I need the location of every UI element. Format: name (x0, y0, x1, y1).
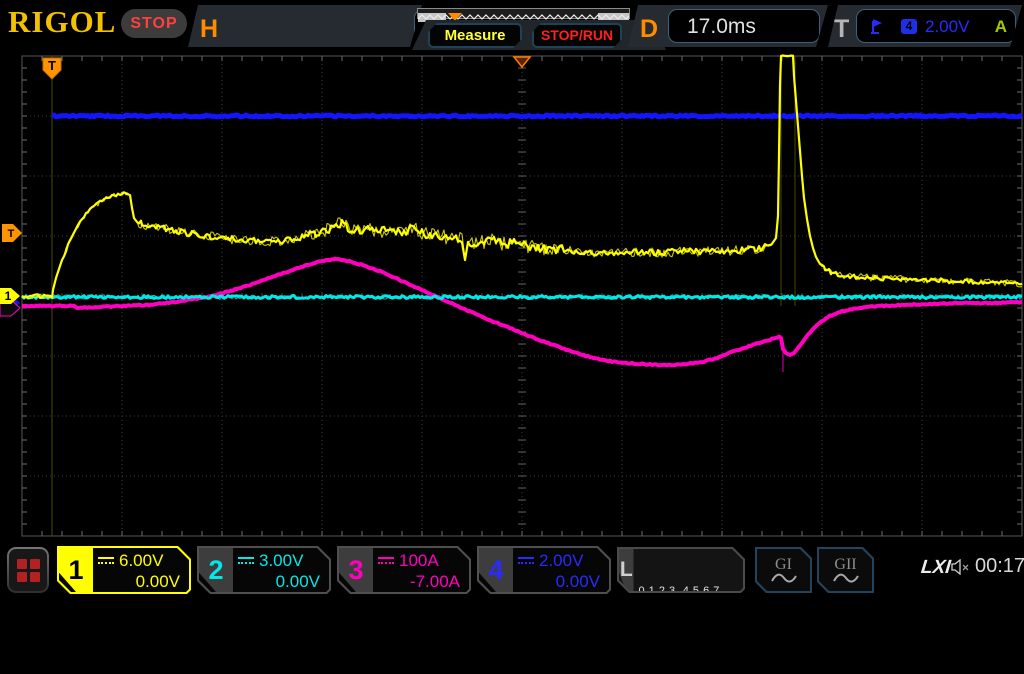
source2-label: GII (834, 557, 856, 573)
lxi-badge: LXI (920, 557, 952, 579)
channel-box-3[interactable]: 3 100A -7.00A (337, 546, 471, 594)
svg-text:1: 1 (5, 289, 12, 303)
channel-3-number: 3 (339, 548, 373, 592)
channel-1-offset: 0.00V (98, 572, 180, 592)
trace-ch4 (52, 115, 1022, 117)
channel-3-offset: -7.00A (378, 572, 460, 592)
logic-analyzer-box[interactable]: L 0 1 2 3 4 5 6 7 8 9 1011 12131415 (617, 547, 745, 593)
svg-text:T: T (48, 58, 56, 73)
dc-coupling-icon (98, 557, 114, 565)
channel-4-number: 4 (479, 548, 513, 592)
channel-4-scale: 2.00V (539, 551, 583, 571)
trace-ch3 (22, 259, 1022, 366)
source1-label: GI (775, 557, 792, 573)
channel-2-number: 2 (199, 548, 233, 592)
menu-button[interactable] (7, 547, 49, 593)
channel-box-4[interactable]: 4 2.00V 0.00V (477, 546, 611, 594)
menu-grid-icon (17, 559, 40, 582)
sine-wave-icon (833, 573, 859, 584)
clock: 00:17 (975, 555, 1024, 578)
speaker-muted-icon (951, 559, 971, 575)
source1-button[interactable]: GI (755, 547, 812, 593)
dc-coupling-icon (518, 557, 534, 565)
source2-button[interactable]: GII (817, 547, 874, 593)
channel-1-scale: 6.00V (119, 551, 163, 571)
logic-label: L (619, 549, 634, 591)
channel-2-offset: 0.00V (238, 572, 320, 592)
marker-layer: T T 1 (0, 57, 530, 316)
oscilloscope-screen: { "brand": "RIGOL", "top_bar": { "run_st… (0, 0, 1024, 600)
sine-wave-icon (771, 573, 797, 584)
channel-3-scale: 100A (399, 551, 439, 571)
dc-coupling-icon (238, 557, 254, 565)
channel-box-2[interactable]: 2 3.00V 0.00V (197, 546, 331, 594)
channel-2-scale: 3.00V (259, 551, 303, 571)
waveform-display: T T 1 (0, 0, 1024, 600)
logic-channels-row2: 8 9 1011 12131415 (639, 629, 742, 644)
delay-position-marker[interactable] (514, 57, 530, 67)
svg-text:T: T (8, 228, 15, 240)
channel-box-1[interactable]: 1 6.00V 0.00V (57, 546, 191, 594)
channel-1-number: 1 (59, 548, 93, 592)
channel-4-offset: 0.00V (518, 572, 600, 592)
dc-coupling-icon (378, 557, 394, 565)
